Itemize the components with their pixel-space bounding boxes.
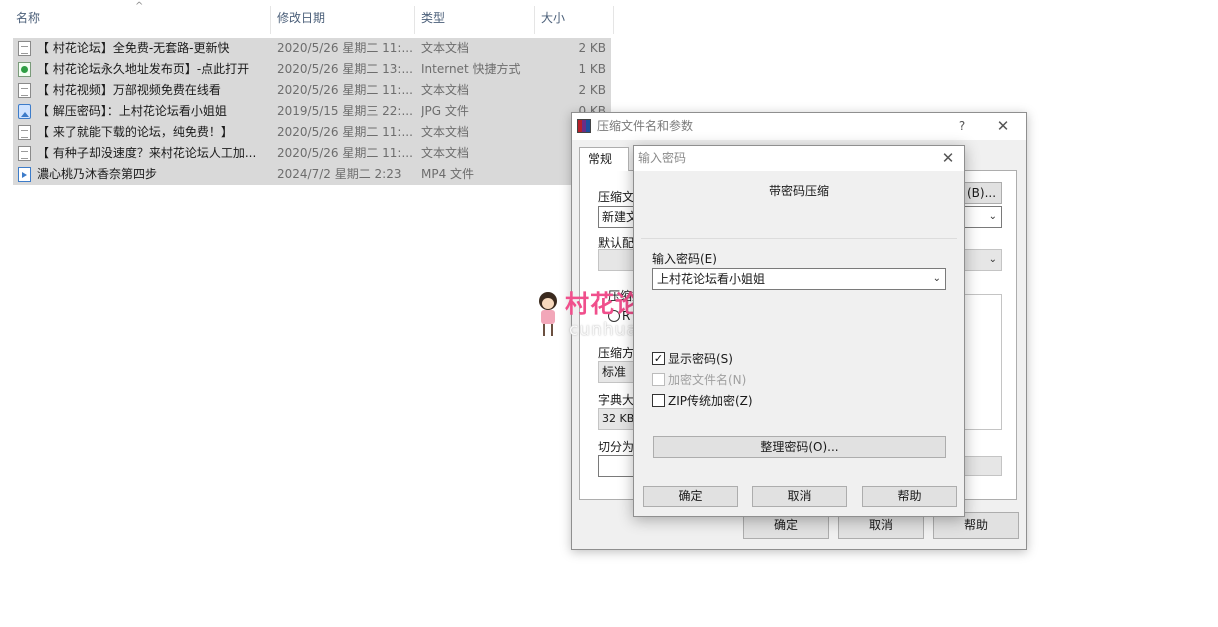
- cancel-button[interactable]: 取消: [752, 486, 847, 507]
- split-volumes-input[interactable]: [598, 455, 638, 477]
- enter-password-dialog: 输入密码 ✕ 带密码压缩 输入密码(E) 上村花论坛看小姐姐 ⌄ ✓ 显示密码(…: [633, 145, 965, 517]
- archive-options-list[interactable]: [960, 294, 1002, 430]
- compression-method-value: 标准: [602, 365, 627, 379]
- checkbox-box[interactable]: [652, 373, 665, 386]
- file-size: 2 KB: [578, 83, 606, 97]
- password-label: 输入密码(E): [652, 252, 717, 266]
- help-button[interactable]: 帮助: [862, 486, 957, 507]
- video-file-icon: [18, 167, 31, 182]
- password-value: 上村花论坛看小姐姐: [657, 272, 766, 286]
- dialog-title: 输入密码: [638, 151, 687, 165]
- file-list: 【 村花论坛】全免费-无套路-更新快 2020/5/26 星期二 11:... …: [13, 38, 611, 185]
- file-row[interactable]: 濃心桃乃沐香奈第四步 2024/7/2 星期二 2:23 MP4 文件 473,…: [13, 164, 611, 185]
- file-type: 文本文档: [421, 125, 470, 139]
- file-date: 2020/5/26 星期二 11:...: [277, 83, 413, 97]
- file-type: 文本文档: [421, 83, 470, 97]
- zip-legacy-encryption-label: ZIP传统加密(Z): [668, 394, 753, 408]
- file-name: 濃心桃乃沐香奈第四步: [37, 167, 158, 181]
- file-row[interactable]: 【 村花视频】万部视频免费在线看 2020/5/26 星期二 11:... 文本…: [13, 80, 611, 101]
- file-size: 2 KB: [578, 41, 606, 55]
- checkbox-box[interactable]: [652, 394, 665, 407]
- dialog-titlebar[interactable]: 压缩文件名和参数 ? ✕: [572, 113, 1026, 140]
- text-document-icon: [18, 125, 31, 140]
- archive-name-label: 压缩文: [598, 190, 635, 204]
- encrypt-filenames-label: 加密文件名(N): [668, 373, 747, 387]
- file-date: 2020/5/26 星期二 11:...: [277, 41, 413, 55]
- compression-method-select[interactable]: 标准: [598, 361, 638, 383]
- image-file-icon: [18, 104, 31, 119]
- text-document-icon: [18, 41, 31, 56]
- column-divider[interactable]: [613, 6, 614, 34]
- internet-shortcut-icon: [18, 62, 31, 77]
- text-document-icon: [18, 83, 31, 98]
- file-type: 文本文档: [421, 41, 470, 55]
- file-list-header: ^ 名称 修改日期 类型 大小: [0, 0, 614, 36]
- checkmark-icon[interactable]: ✓: [652, 352, 665, 365]
- file-type: 文本文档: [421, 146, 470, 160]
- close-icon[interactable]: ✕: [990, 113, 1016, 139]
- close-icon[interactable]: ✕: [936, 146, 960, 170]
- browse-button[interactable]: (B)...: [961, 182, 1002, 204]
- file-date: 2024/7/2 星期二 2:23: [277, 167, 402, 181]
- file-row[interactable]: 【 解压密码】：上村花论坛看小姐姐 2019/5/15 星期三 22:... J…: [13, 101, 611, 122]
- dictionary-size-value: 32 KB: [602, 412, 635, 425]
- password-input[interactable]: 上村花论坛看小姐姐 ⌄: [652, 268, 946, 290]
- dialog-title: 压缩文件名和参数: [597, 119, 694, 133]
- show-password-label: 显示密码(S): [668, 352, 733, 366]
- column-header-date[interactable]: 修改日期: [271, 0, 325, 36]
- file-date: 2020/5/26 星期二 11:...: [277, 146, 413, 160]
- file-row[interactable]: 【 来了就能下载的论坛，纯免费！】 2020/5/26 星期二 11:... 文…: [13, 122, 611, 143]
- tab-general[interactable]: 常规: [579, 147, 629, 171]
- split-volumes-label: 切分为: [598, 440, 635, 454]
- file-name: 【 有种子却没速度？来村花论坛人工加...: [37, 146, 257, 160]
- parameters-button[interactable]: [960, 456, 1002, 476]
- column-header-size[interactable]: 大小: [535, 0, 565, 36]
- sort-ascending-icon: ^: [135, 1, 144, 12]
- file-name: 【 村花论坛】全免费-无套路-更新快: [37, 41, 230, 55]
- dictionary-size-label: 字典大: [598, 393, 635, 407]
- help-icon[interactable]: ?: [952, 113, 972, 139]
- column-header-type[interactable]: 类型: [415, 0, 445, 36]
- dialog-titlebar[interactable]: 输入密码 ✕: [634, 146, 964, 171]
- file-type: JPG 文件: [421, 104, 469, 118]
- file-name: 【 村花论坛永久地址发布页】-点此打开: [37, 62, 250, 76]
- file-type: Internet 快捷方式: [421, 62, 521, 76]
- chevron-down-icon[interactable]: ⌄: [933, 269, 941, 289]
- column-header-name[interactable]: 名称: [10, 0, 40, 36]
- file-type: MP4 文件: [421, 167, 475, 181]
- file-name: 【 村花视频】万部视频免费在线看: [37, 83, 221, 97]
- file-size: 1 KB: [578, 62, 606, 76]
- organize-passwords-button[interactable]: 整理密码(O)...: [653, 436, 946, 458]
- chevron-down-icon[interactable]: ⌄: [989, 207, 997, 227]
- file-row[interactable]: 【 村花论坛】全免费-无套路-更新快 2020/5/26 星期二 11:... …: [13, 38, 611, 59]
- compression-method-label: 压缩方: [598, 346, 635, 360]
- text-document-icon: [18, 146, 31, 161]
- file-name: 【 解压密码】：上村花论坛看小姐姐: [37, 104, 227, 118]
- file-row[interactable]: 【 村花论坛永久地址发布页】-点此打开 2020/5/26 星期二 13:...…: [13, 59, 611, 80]
- file-date: 2019/5/15 星期三 22:...: [277, 104, 413, 118]
- dialog-heading: 带密码压缩: [768, 184, 829, 198]
- file-row[interactable]: 【 有种子却没速度？来村花论坛人工加... 2020/5/26 星期二 11:.…: [13, 143, 611, 164]
- file-name: 【 来了就能下载的论坛，纯免费！】: [37, 125, 233, 139]
- file-date: 2020/5/26 星期二 13:...: [277, 62, 413, 76]
- ok-button[interactable]: 确定: [643, 486, 738, 507]
- chevron-down-icon[interactable]: ⌄: [989, 250, 997, 270]
- dictionary-size-select[interactable]: 32 KB: [598, 408, 638, 430]
- file-date: 2020/5/26 星期二 11:...: [277, 125, 413, 139]
- winrar-icon: [577, 119, 591, 133]
